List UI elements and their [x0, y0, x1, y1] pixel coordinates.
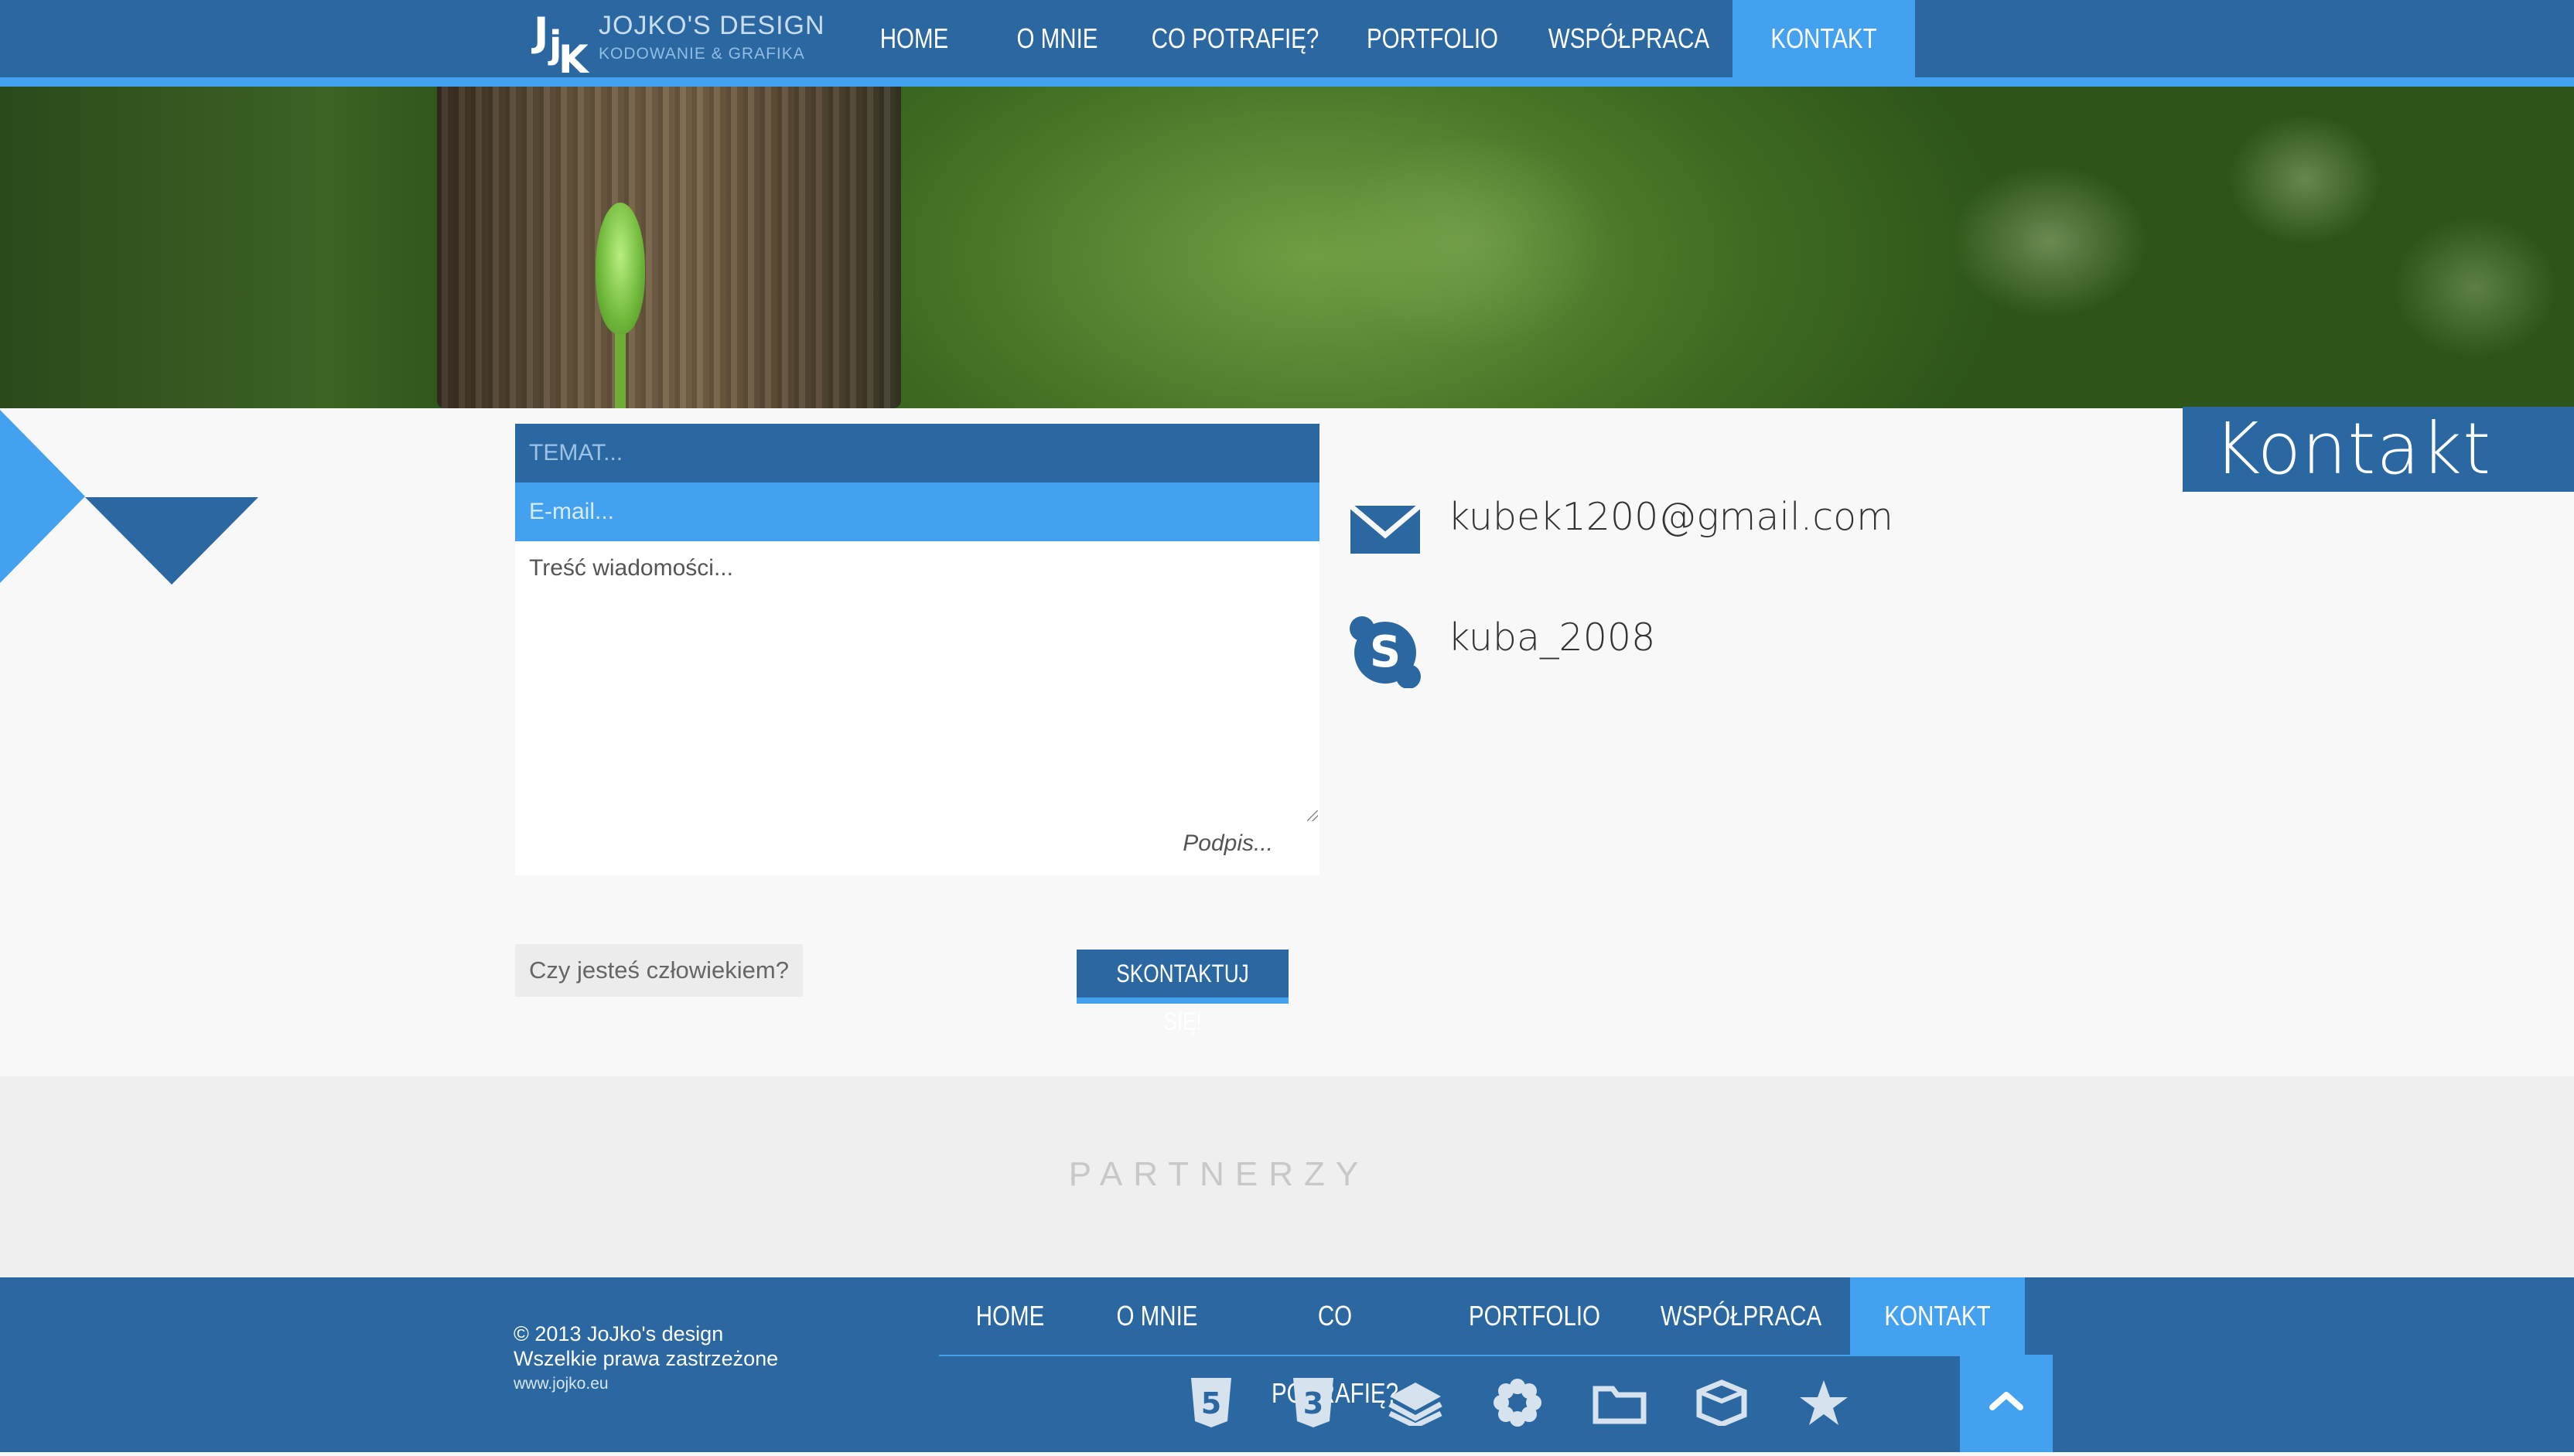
logo-title: JOJKO'S DESIGN	[599, 11, 825, 40]
decor-triangle-light	[0, 410, 85, 583]
envelope-icon	[1349, 503, 1422, 554]
chevron-up-icon	[1989, 1392, 2023, 1410]
nav-portfolio[interactable]: PORTFOLIO	[1340, 0, 1525, 77]
logo-mark-icon: J j K	[534, 9, 589, 82]
contact-email[interactable]: kubek1200@gmail.com	[1448, 495, 1893, 539]
sprout-leaf	[596, 203, 645, 334]
site-footer: © 2013 JoJko's design Wszelkie prawa zas…	[0, 1277, 2574, 1452]
back-to-top-button[interactable]	[1960, 1355, 2053, 1452]
footer-nav-home[interactable]: HOME	[939, 1277, 1081, 1355]
footer-nav-co-potrafie-label: CO POTRAFIĘ?	[1271, 1300, 1399, 1409]
skype-icon: S	[1350, 616, 1421, 688]
tech-badges: 5 3	[1160, 1373, 1875, 1432]
footer-nav-divider	[939, 1355, 1960, 1356]
tree-trunk	[437, 87, 901, 408]
subject-input[interactable]: TEMAT...	[515, 424, 1319, 482]
footer-nav-home-label: HOME	[975, 1300, 1045, 1332]
svg-text:3: 3	[1303, 1386, 1323, 1420]
partners-heading: PARTNERZY	[1068, 1155, 1370, 1193]
svg-text:S: S	[1370, 627, 1401, 677]
nav-home-label: HOME	[879, 22, 949, 54]
nav-portfolio-label: PORTFOLIO	[1366, 22, 1499, 54]
layers-icon	[1364, 1373, 1466, 1432]
submit-button-label: SKONTAKTUJ SIĘ!	[1116, 960, 1249, 1035]
footer-nav-portfolio-label: PORTFOLIO	[1468, 1300, 1601, 1332]
nav-kontakt[interactable]: KONTAKT	[1732, 0, 1915, 77]
nav-kontakt-label: KONTAKT	[1770, 22, 1877, 54]
header-accent-line	[0, 77, 2574, 87]
submit-button[interactable]: SKONTAKTUJ SIĘ!	[1077, 950, 1289, 1035]
decor-triangle-dark	[85, 497, 258, 585]
nav-o-mnie[interactable]: O MNIE	[984, 0, 1131, 77]
logo-subtitle: KODOWANIE & GRAFIKA	[599, 45, 805, 63]
banner-shadow	[0, 87, 464, 408]
footer-nav-co-potrafie[interactable]: CO POTRAFIĘ?	[1233, 1277, 1437, 1409]
signature-input[interactable]: Podpis...	[515, 824, 1319, 875]
gear-flower-icon	[1466, 1373, 1569, 1432]
footer-nav-o-mnie[interactable]: O MNIE	[1081, 1277, 1233, 1355]
responsive-icon	[1569, 1373, 1671, 1432]
main-navigation: HOME O MNIE CO POTRAFIĘ? PORTFOLIO WSPÓŁ…	[845, 0, 1915, 77]
footer-nav-wspolpraca[interactable]: WSPÓŁPRACA	[1632, 1277, 1850, 1355]
footer-rights: Wszelkie prawa zastrzeżone	[514, 1347, 779, 1370]
footer-copyright: © 2013 JoJko's design	[514, 1322, 724, 1345]
nav-co-potrafie-label: CO POTRAFIĘ?	[1151, 22, 1319, 54]
nav-co-potrafie[interactable]: CO POTRAFIĘ?	[1131, 0, 1340, 77]
footer-nav-wspolpraca-label: WSPÓŁPRACA	[1660, 1300, 1822, 1332]
footer-navigation: HOME O MNIE CO POTRAFIĘ? PORTFOLIO WSPÓŁ…	[939, 1277, 2025, 1409]
html5-icon: 5	[1160, 1373, 1262, 1432]
nav-wspolpraca[interactable]: WSPÓŁPRACA	[1525, 0, 1732, 77]
email-input[interactable]: E-mail...	[515, 482, 1319, 541]
resize-handle-icon[interactable]	[1307, 810, 1318, 821]
page-title: Kontakt	[2214, 407, 2492, 490]
message-textarea[interactable]: Treść wiadomości...	[515, 541, 1319, 824]
footer-site-link[interactable]: www.jojko.eu	[514, 1375, 609, 1393]
nav-home[interactable]: HOME	[845, 0, 984, 77]
captcha-input[interactable]: Czy jesteś człowiekiem?	[515, 944, 803, 997]
partners-section: PARTNERZY	[0, 1076, 2574, 1277]
footer-nav-o-mnie-label: O MNIE	[1116, 1300, 1198, 1332]
footer-nav-portfolio[interactable]: PORTFOLIO	[1437, 1277, 1632, 1355]
box-icon	[1671, 1373, 1773, 1432]
footer-nav-kontakt-label: KONTAKT	[1884, 1300, 1991, 1332]
svg-text:5: 5	[1201, 1386, 1221, 1420]
page-title-box: Kontakt	[2183, 407, 2574, 492]
css3-icon: 3	[1262, 1373, 1364, 1432]
hero-banner-image	[0, 87, 2574, 408]
nav-o-mnie-label: O MNIE	[1016, 22, 1098, 54]
star-icon	[1773, 1373, 1875, 1432]
message-placeholder: Treść wiadomości...	[529, 555, 733, 581]
site-logo[interactable]: J j K JOJKO'S DESIGN KODOWANIE & GRAFIKA	[527, 6, 868, 82]
footer-nav-kontakt[interactable]: KONTAKT	[1850, 1277, 2025, 1355]
nav-wspolpraca-label: WSPÓŁPRACA	[1548, 22, 1710, 54]
contact-skype[interactable]: kuba_2008	[1448, 615, 1655, 660]
